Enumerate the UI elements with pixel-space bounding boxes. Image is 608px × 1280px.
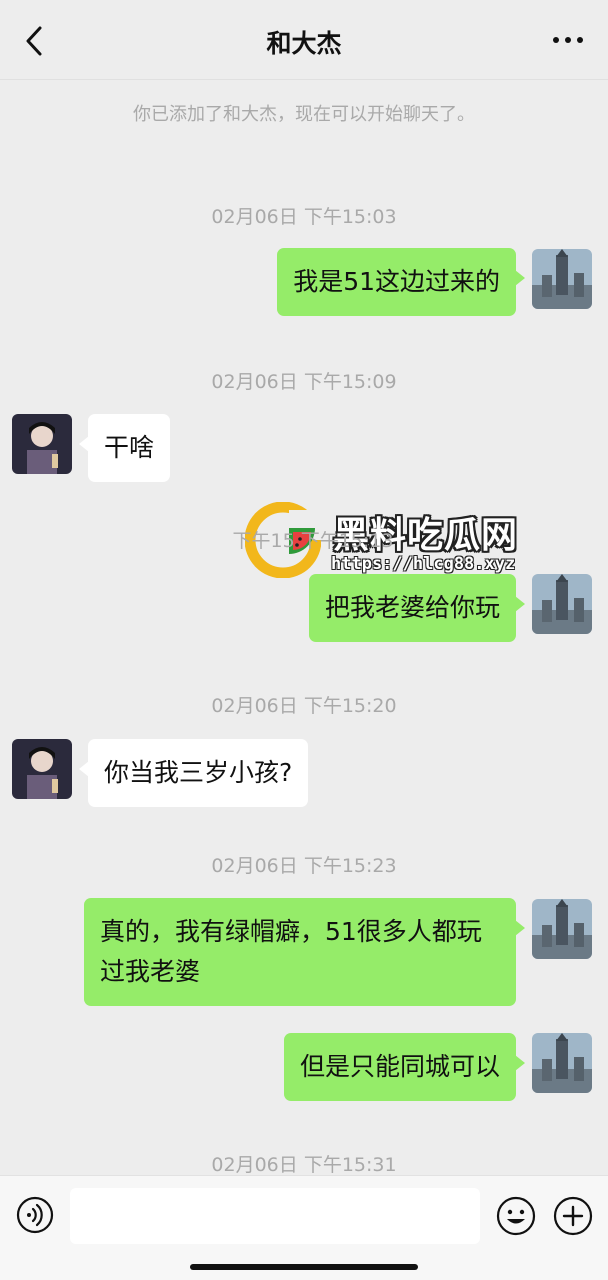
chat-message-list[interactable]: 你已添加了和大杰，现在可以开始聊天了。 02月06日 下午15:03 我是51这… bbox=[0, 80, 608, 1176]
my-avatar[interactable] bbox=[532, 1033, 592, 1093]
contact-avatar[interactable] bbox=[12, 739, 72, 799]
message-bubble-sent[interactable]: 但是只能同城可以 bbox=[283, 1033, 526, 1101]
message-input[interactable] bbox=[70, 1188, 480, 1244]
timestamp: 02月06日 下午15:03 bbox=[211, 206, 397, 228]
timestamp: 02月06日 下午15:09 bbox=[211, 371, 397, 393]
chat-header: 和大杰 bbox=[0, 0, 608, 80]
my-avatar[interactable] bbox=[532, 249, 592, 309]
more-ellipsis-icon[interactable] bbox=[550, 28, 586, 52]
timestamp: 02月06日 下午15:31 bbox=[211, 1154, 397, 1176]
my-avatar[interactable] bbox=[532, 574, 592, 634]
message-bubble-sent[interactable]: 我是51这边过来的 bbox=[277, 248, 525, 316]
timestamp: 下午15 下午15:13 bbox=[232, 530, 394, 552]
chat-input-bar bbox=[0, 1175, 608, 1280]
emoji-icon[interactable] bbox=[496, 1196, 536, 1236]
voice-icon[interactable] bbox=[16, 1196, 54, 1234]
chat-title: 和大杰 bbox=[266, 29, 342, 58]
message-bubble-sent[interactable]: 真的，我有绿帽癖，51很多人都玩过我老婆 bbox=[84, 898, 525, 1006]
message-bubble-received[interactable]: 你当我三岁小孩? bbox=[78, 739, 309, 807]
home-indicator bbox=[190, 1264, 418, 1270]
plus-icon[interactable] bbox=[553, 1196, 593, 1236]
watermark-url: https://hlcg88.xyz bbox=[331, 554, 516, 574]
system-notice: 你已添加了和大杰，现在可以开始聊天了。 bbox=[133, 104, 475, 125]
contact-avatar[interactable] bbox=[12, 414, 72, 474]
my-avatar[interactable] bbox=[532, 899, 592, 959]
timestamp: 02月06日 下午15:20 bbox=[211, 695, 397, 717]
message-bubble-sent[interactable]: 把我老婆给你玩 bbox=[308, 574, 526, 642]
timestamp: 02月06日 下午15:23 bbox=[211, 855, 397, 877]
message-bubble-received[interactable]: 干啥 bbox=[78, 414, 171, 482]
